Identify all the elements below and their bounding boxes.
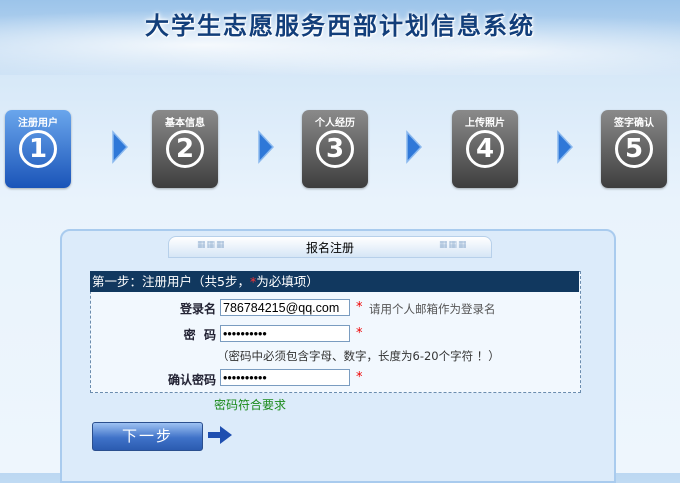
step-5-label: 签字确认 <box>614 118 654 129</box>
next-step-button[interactable]: 下一步 <box>92 422 203 451</box>
step-3-experience[interactable]: 个人经历 3 <box>302 110 368 188</box>
username-hint: 请用个人邮箱作为登录名 <box>369 302 496 316</box>
step-4-number: 4 <box>466 130 504 168</box>
password-hint: （密码中必须包含字母、数字，长度为6-20个字符 ！） <box>217 349 500 363</box>
password-required-mark: * <box>356 326 363 341</box>
chevron-right-icon <box>406 130 423 164</box>
step-info-prefix: 第一步：注册用户（共5步， <box>92 274 250 289</box>
confirm-required-mark: * <box>356 370 363 385</box>
username-label: 登录名 <box>179 302 216 316</box>
chevron-right-icon <box>557 130 574 164</box>
step-info-bar: 第一步：注册用户（共5步，*为必填项） <box>90 271 579 292</box>
step-5-tile: 签字确认 5 <box>601 110 667 188</box>
chevron-right-icon <box>258 130 275 164</box>
step-1-label: 注册用户 <box>18 118 58 129</box>
step-3-label: 个人经历 <box>315 118 355 129</box>
panel-header-tab: ▦▦▦ 报名注册 ▦▦▦ <box>168 236 492 258</box>
step-1-number: 1 <box>19 130 57 168</box>
step-3-number: 3 <box>316 130 354 168</box>
step-2-basic-info[interactable]: 基本信息 2 <box>152 110 218 188</box>
chevron-right-icon <box>112 130 129 164</box>
step-4-tile: 上传照片 4 <box>452 110 518 188</box>
step-2-tile: 基本信息 2 <box>152 110 218 188</box>
username-input[interactable] <box>220 299 350 316</box>
step-1-tile: 注册用户 1 <box>5 110 71 188</box>
decor-pattern-right: ▦▦▦ <box>439 240 468 250</box>
arrow-right-icon <box>208 426 232 444</box>
password-input[interactable] <box>220 325 350 342</box>
step-5-sign-confirm[interactable]: 签字确认 5 <box>601 110 667 188</box>
username-required-mark: * <box>356 300 363 315</box>
step-1-register[interactable]: 注册用户 1 <box>5 110 71 188</box>
step-4-label: 上传照片 <box>465 118 505 129</box>
confirm-password-input[interactable] <box>220 369 350 386</box>
step-2-label: 基本信息 <box>165 118 205 129</box>
password-label: 密 码 <box>183 328 216 342</box>
step-2-number: 2 <box>166 130 204 168</box>
step-info-suffix: 为必填项） <box>256 274 319 289</box>
password-valid-message: 密码符合要求 <box>214 398 287 412</box>
step-4-upload-photo[interactable]: 上传照片 4 <box>452 110 518 188</box>
page-title: 大学生志愿服务西部计划信息系统 <box>145 12 535 40</box>
confirm-password-label: 确认密码 <box>167 373 216 387</box>
step-3-tile: 个人经历 3 <box>302 110 368 188</box>
step-5-number: 5 <box>615 130 653 168</box>
